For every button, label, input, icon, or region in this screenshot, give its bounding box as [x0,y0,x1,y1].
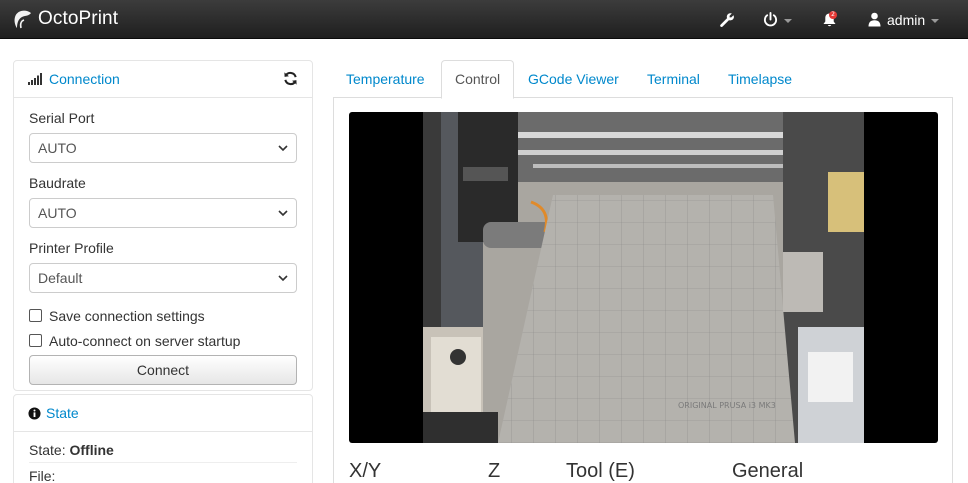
baudrate-label: Baudrate [29,175,86,191]
printer-profile-select[interactable]: Default [29,263,297,293]
connect-button[interactable]: Connect [29,355,297,385]
notifications-button[interactable]: 2 [822,0,842,39]
file-label: File: [29,468,56,483]
state-panel-header[interactable]: State [14,395,312,432]
serial-port-label: Serial Port [29,110,95,126]
tab-control[interactable]: Control [441,60,515,99]
webcam-image: ORIGINAL PRUSA i3 MK3 [423,112,864,443]
save-connection-settings-row[interactable]: Save connection settings [29,303,297,328]
connection-form: Serial Port AUTO Baudrate AUTO Printer P… [14,98,312,385]
notification-badge: 2 [829,11,837,19]
file-line: File: [29,463,297,483]
tool-extruder-header: Tool (E) [566,460,635,482]
xy-jog-header: X/Y [349,460,382,482]
brand-name: OctoPrint [38,8,119,29]
tab-terminal[interactable]: Terminal [634,60,713,98]
auto-connect-label: Auto-connect on server startup [49,332,241,349]
octoprint-logo-icon [14,10,31,29]
refresh-icon[interactable] [283,71,298,86]
state-line: State: Offline [29,437,297,463]
state-panel-title: State [46,405,79,421]
tab-temperature[interactable]: Temperature [333,60,438,98]
top-navbar: OctoPrint 2 admin [0,0,968,39]
serial-port-select[interactable]: AUTO [29,133,297,163]
brand-link[interactable]: OctoPrint [12,7,118,31]
signal-bars-icon [28,73,42,85]
user-icon [868,12,881,27]
chevron-down-icon [278,210,288,217]
tab-timelapse[interactable]: Timelapse [715,60,805,98]
state-panel-body: State: Offline File: [14,432,312,483]
user-name: admin [887,11,926,28]
state-value: Offline [69,442,114,458]
state-panel: State State: Offline File: [13,394,313,483]
baudrate-select[interactable]: AUTO [29,198,297,228]
chevron-down-icon [278,275,288,282]
serial-port-value: AUTO [38,140,77,156]
save-connection-settings-checkbox[interactable] [29,309,42,322]
auto-connect-checkbox[interactable] [29,334,42,347]
tab-gcode-viewer[interactable]: GCode Viewer [515,60,632,98]
connection-panel: Connection Serial Port AUTO Baudrate AUT… [13,60,313,391]
state-label: State: [29,442,66,458]
main-tabs: Temperature Control GCode Viewer Termina… [333,60,953,99]
chevron-down-icon [931,18,940,23]
general-controls-header: General [732,460,804,482]
wrench-icon [720,12,734,27]
system-menu-button[interactable] [763,0,792,39]
webcam-stream: ORIGINAL PRUSA i3 MK3 [349,112,938,443]
info-circle-icon [28,406,41,420]
connection-panel-title: Connection [49,71,120,87]
connection-panel-header[interactable]: Connection [14,61,312,98]
control-tab-pane: ORIGINAL PRUSA i3 MK3 X/Y Z Tool (E) Gen… [333,97,953,483]
printer-profile-label: Printer Profile [29,240,114,256]
baudrate-value: AUTO [38,205,77,221]
printer-profile-value: Default [38,270,83,286]
power-icon [763,12,778,27]
user-menu-button[interactable]: admin [868,0,940,39]
save-connection-settings-label: Save connection settings [49,307,205,324]
z-jog-header: Z [488,460,501,482]
chevron-down-icon [278,145,288,152]
settings-button[interactable] [719,0,735,39]
chevron-down-icon [784,18,792,23]
auto-connect-row[interactable]: Auto-connect on server startup [29,328,297,353]
bed-logo-text: ORIGINAL PRUSA i3 MK3 [678,401,776,410]
